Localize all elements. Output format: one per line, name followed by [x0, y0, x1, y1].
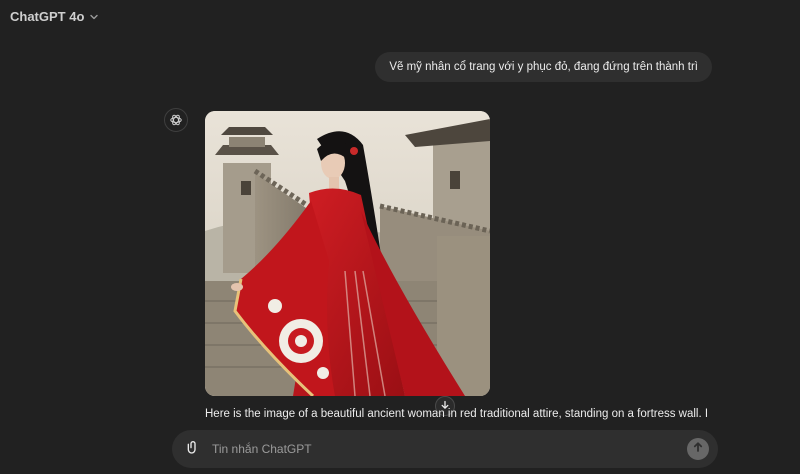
- user-message-bubble: Vẽ mỹ nhân cổ trang với y phục đỏ, đang …: [375, 52, 712, 82]
- message-input[interactable]: [210, 436, 687, 462]
- assistant-message-text: Here is the image of a beautiful ancient…: [205, 408, 709, 420]
- attach-button[interactable]: [178, 434, 208, 464]
- chevron-down-icon: [88, 10, 100, 22]
- model-selector-button[interactable]: ChatGPT 4o: [6, 6, 104, 26]
- send-button[interactable]: [687, 438, 709, 460]
- chat-app: ChatGPT 4o Vẽ mỹ nhân cổ trang với y phụ…: [0, 0, 800, 474]
- openai-logo-icon: [164, 108, 188, 132]
- model-label: ChatGPT 4o: [10, 8, 85, 24]
- user-message-text: Vẽ mỹ nhân cổ trang với y phục đỏ, đang …: [389, 61, 698, 73]
- generated-image[interactable]: [205, 111, 490, 396]
- generated-image-artwork: [205, 111, 490, 396]
- paperclip-icon: [185, 439, 201, 460]
- message-composer: [172, 430, 718, 468]
- arrow-up-icon: [692, 440, 704, 458]
